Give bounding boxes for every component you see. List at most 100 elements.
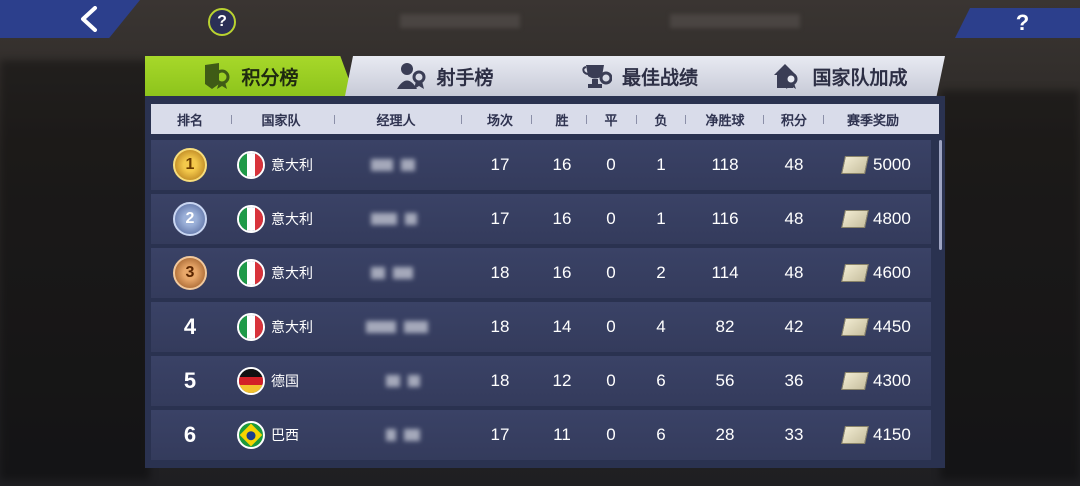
tab-national-bonus[interactable]: 国家队加成 <box>735 56 945 96</box>
team-name: 意大利 <box>271 211 313 227</box>
team-cell: 意大利 <box>237 205 313 233</box>
chevron-left-icon <box>81 6 97 32</box>
italy-flag-icon <box>237 313 265 341</box>
header-manager: 经理人 <box>376 112 416 128</box>
manager-name-redacted <box>371 159 415 171</box>
table-row[interactable]: 6 巴西 17 11 0 6 28 33 4150 <box>151 410 931 460</box>
points-cell: 48 <box>784 155 804 174</box>
reward-cell: 4600 <box>841 263 911 283</box>
house-badge-icon <box>774 64 798 89</box>
played-cell: 17 <box>490 425 510 444</box>
team-cell: 意大利 <box>237 259 313 287</box>
played-cell: 18 <box>490 317 510 336</box>
win-cell: 16 <box>552 209 572 228</box>
silver-medal-icon: 2 <box>173 202 207 236</box>
team-name: 巴西 <box>271 427 299 443</box>
italy-flag-icon <box>237 151 265 179</box>
reward-cell: 4150 <box>841 425 911 445</box>
tab-national-bonus-label: 国家队加成 <box>812 67 908 89</box>
manager-name-redacted <box>366 321 428 333</box>
draw-cell: 0 <box>606 155 616 174</box>
loss-cell: 6 <box>656 371 666 390</box>
played-cell: 18 <box>490 263 510 282</box>
table-row[interactable]: 3 意大利 18 16 0 2 114 48 4600 <box>151 248 931 298</box>
loss-cell: 1 <box>656 209 666 228</box>
info-button[interactable]: ? <box>208 8 236 36</box>
points-cell: 33 <box>784 425 804 444</box>
help-button[interactable]: ? <box>955 8 1080 38</box>
draw-cell: 0 <box>606 317 616 336</box>
player-badge-icon <box>397 63 426 89</box>
goal-diff-cell: 116 <box>711 209 739 228</box>
manager-name-redacted <box>371 213 417 225</box>
manager-name-redacted <box>371 267 413 279</box>
tab-best-record[interactable]: 最佳战绩 <box>535 56 745 96</box>
cash-icon <box>841 426 869 444</box>
loss-cell: 6 <box>656 425 666 444</box>
germany-flag-icon <box>237 367 265 395</box>
played-cell: 17 <box>490 155 510 174</box>
goal-diff-cell: 118 <box>711 155 739 174</box>
reward-cell: 4450 <box>841 317 911 337</box>
tab-best-record-label: 最佳战绩 <box>621 67 698 89</box>
reward-cell: 5000 <box>841 155 911 175</box>
points-cell: 48 <box>784 263 804 282</box>
table-row[interactable]: 1 意大利 17 16 0 1 118 48 5000 <box>151 140 931 190</box>
draw-cell: 0 <box>606 263 616 282</box>
loss-cell: 1 <box>656 155 666 174</box>
played-cell: 17 <box>490 209 510 228</box>
tab-bar: 积分榜 射手榜 最佳战绩 国家队加成 <box>145 56 945 96</box>
rank-cell: 6 <box>183 422 197 447</box>
tab-standings[interactable]: 积分榜 <box>145 56 355 96</box>
team-name: 意大利 <box>271 157 313 173</box>
scrollbar[interactable] <box>939 140 942 250</box>
rank-cell: 1 <box>173 148 207 182</box>
cash-icon <box>841 318 869 336</box>
goal-diff-cell: 28 <box>715 425 735 444</box>
team-cell: 巴西 <box>237 421 299 449</box>
header-points: 积分 <box>780 112 808 128</box>
goal-diff-cell: 56 <box>715 371 735 390</box>
table-row[interactable]: 2 意大利 17 16 0 1 116 48 4800 <box>151 194 931 244</box>
header-reward: 赛季奖励 <box>846 112 900 128</box>
win-cell: 16 <box>552 155 572 174</box>
cash-icon <box>841 210 869 228</box>
header-win: 胜 <box>555 112 569 128</box>
rank-cell: 4 <box>183 314 197 339</box>
cash-icon <box>841 372 869 390</box>
win-cell: 11 <box>553 425 571 444</box>
table-header: 排名 国家队 经理人 场次 胜 平 负 净胜球 积分 赛季奖励 <box>151 104 939 134</box>
team-name: 德国 <box>271 373 299 389</box>
cash-icon <box>841 156 869 174</box>
table-row[interactable]: 4 意大利 18 14 0 4 82 42 4450 <box>151 302 931 352</box>
team-cell: 意大利 <box>237 313 313 341</box>
win-cell: 14 <box>552 317 572 336</box>
info-label: ? <box>217 13 227 30</box>
header-goal-diff: 净胜球 <box>705 112 745 128</box>
manager-name-redacted <box>386 375 420 387</box>
header-team: 国家队 <box>261 112 301 128</box>
table-row[interactable]: 5 德国 18 12 0 6 56 36 4300 <box>151 356 931 406</box>
italy-flag-icon <box>237 205 265 233</box>
bronze-medal-icon: 3 <box>173 256 207 290</box>
reward-cell: 4800 <box>841 209 911 229</box>
header-loss: 负 <box>654 112 668 128</box>
win-cell: 12 <box>552 371 572 390</box>
tab-scorers-label: 射手榜 <box>436 67 494 89</box>
draw-cell: 0 <box>606 209 616 228</box>
reward-cell: 4300 <box>841 371 911 391</box>
team-cell: 德国 <box>237 367 299 395</box>
gold-medal-icon: 1 <box>173 148 207 182</box>
loss-cell: 2 <box>656 263 666 282</box>
help-label: ? <box>1015 10 1030 35</box>
rank-cell: 2 <box>173 202 207 236</box>
played-cell: 18 <box>490 371 510 390</box>
tab-scorers[interactable]: 射手榜 <box>345 56 545 96</box>
manager-name-redacted <box>386 429 420 441</box>
cash-icon <box>841 264 869 282</box>
shield-badge-icon <box>205 63 230 89</box>
points-cell: 48 <box>784 209 804 228</box>
rank-cell: 3 <box>173 256 207 290</box>
goal-diff-cell: 114 <box>711 263 739 282</box>
trophy-icon <box>582 65 612 88</box>
